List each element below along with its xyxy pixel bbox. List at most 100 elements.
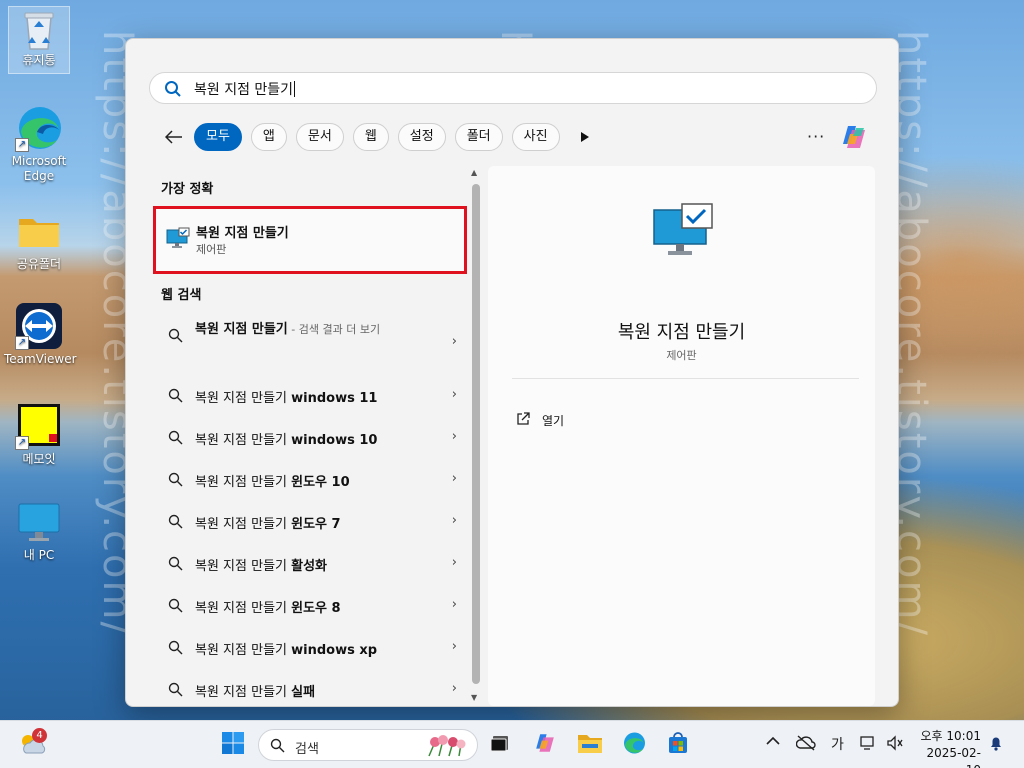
web-result-label: 복원 지점 만들기 윈도우 7 (195, 517, 341, 532)
chevron-right-icon: › (451, 429, 457, 444)
start-button[interactable] (217, 729, 249, 761)
preview-title: 복원 지점 만들기 (617, 322, 746, 343)
system-clock[interactable]: 오후 10:01 2025-02-10 (915, 728, 981, 768)
web-result-label: 복원 지점 만들기 윈도우 8 (195, 601, 341, 616)
web-result-row[interactable]: 복원 지점 만들기 활성화 › (149, 542, 467, 584)
windows-logo-icon (221, 731, 245, 759)
copilot-taskbar-button[interactable] (529, 729, 561, 761)
web-result-label: 복원 지점 만들기 windows xp (195, 643, 378, 658)
search-input[interactable]: 복원 지점 만들기 (149, 72, 877, 104)
web-result-row[interactable]: 복원 지점 만들기 윈도우 7 › (149, 500, 467, 542)
scroll-up-icon[interactable]: ▲ (471, 168, 477, 177)
web-result-row[interactable]: 복원 지점 만들기 윈도우 8 › (149, 584, 467, 626)
edge-icon (622, 731, 646, 759)
onedrive-offline-icon[interactable] (795, 735, 816, 755)
web-result-label: 복원 지점 만들기 활성화 (195, 559, 328, 574)
more-options-button[interactable]: ··· (807, 127, 825, 146)
best-match-heading: 가장 정확 (161, 182, 214, 197)
memo-icon: ↗ (15, 402, 63, 450)
filter-chip-photos[interactable]: 사진 (511, 123, 560, 151)
shortcut-arrow-icon: ↗ (15, 336, 29, 350)
chevron-up-icon[interactable] (766, 734, 780, 750)
taskbar-search-label: 검색 (295, 742, 319, 757)
filter-chip-folders[interactable]: 폴더 (454, 123, 503, 151)
desktop-icon-teamviewer[interactable]: ↗ TeamViewer (4, 302, 77, 367)
desktop-icon-label: Microsoft Edge (11, 154, 67, 183)
web-result-row[interactable]: 복원 지점 만들기 windows xp › (149, 626, 467, 668)
search-icon (168, 640, 183, 659)
scroll-down-icon[interactable]: ▼ (471, 693, 477, 702)
desktop-icon-label: 내 PC (23, 548, 55, 562)
web-result-label: 복원 지점 만들기 windows 10 (195, 433, 378, 448)
chevron-right-icon: › (451, 681, 457, 696)
desktop-icon-edge[interactable]: ↗ Microsoft Edge (4, 104, 74, 184)
notification-bell-icon[interactable] (988, 735, 1004, 755)
desktop-icon-label: 공유폴더 (16, 257, 62, 271)
search-icon (168, 514, 183, 533)
web-result-label: 복원 지점 만들기 윈도우 10 (195, 475, 350, 490)
search-icon (168, 430, 183, 449)
open-action[interactable]: 열기 (516, 410, 564, 430)
clock-date: 2025-02-10 (926, 746, 981, 768)
filter-chip-apps[interactable]: 앱 (250, 123, 287, 151)
copilot-icon[interactable] (839, 122, 869, 156)
results-list: 가장 정확 복원 지점 만들기 제어판 웹 검색 복원 지점 만들기 - 검색 … (149, 166, 469, 706)
web-result-more[interactable]: 복원 지점 만들기 - 검색 결과 더 보기 › (149, 314, 467, 372)
results-scrollbar[interactable]: ▲ ▼ (469, 166, 483, 706)
desktop-icon-label: 메모잇 (22, 452, 56, 466)
filter-chip-settings[interactable]: 설정 (397, 123, 446, 151)
system-restore-icon (166, 227, 190, 253)
web-result-label: 복원 지점 만들기 windows 11 (195, 391, 378, 406)
scrollbar-thumb[interactable] (472, 184, 480, 684)
edge-taskbar-button[interactable] (618, 729, 650, 761)
filter-chip-documents[interactable]: 문서 (295, 123, 344, 151)
chevron-right-icon: › (451, 597, 457, 612)
chevron-right-icon: › (451, 334, 457, 349)
desktop-icon-this-pc[interactable]: 내 PC (4, 498, 74, 563)
web-result-row[interactable]: 복원 지점 만들기 windows 11 › (149, 374, 467, 416)
search-icon (168, 472, 183, 491)
web-result-row[interactable]: 복원 지점 만들기 윈도우 10 › (149, 458, 467, 500)
edge-icon: ↗ (15, 104, 63, 152)
taskbar-search-box[interactable]: 검색 (258, 729, 478, 761)
desktop-icon-memo[interactable]: ↗ 메모잇 (4, 402, 74, 467)
chevron-right-icon: › (451, 387, 457, 402)
ime-indicator[interactable]: 가 (831, 734, 844, 754)
filter-bar: 모두 앱 문서 웹 설정 폴더 사진 (160, 122, 595, 152)
store-bag-icon (667, 732, 689, 758)
store-button[interactable] (662, 729, 694, 761)
divider (512, 378, 859, 379)
search-icon (168, 598, 183, 617)
search-icon (168, 328, 183, 347)
desktop-icon-label: TeamViewer (4, 352, 77, 366)
desktop-icon-shared-folder[interactable]: 공유폴더 (4, 207, 74, 272)
desktop-icon-recycle-bin[interactable]: 휴지통 (8, 6, 70, 74)
file-explorer-button[interactable] (574, 729, 606, 761)
best-match-item[interactable]: 복원 지점 만들기 제어판 (153, 206, 467, 274)
system-restore-large-icon (652, 202, 714, 262)
web-result-row[interactable]: 복원 지점 만들기 실패 › (149, 668, 467, 706)
network-icon[interactable] (860, 735, 876, 755)
recycle-bin-icon (19, 7, 59, 51)
preview-subtitle: 제어판 (666, 349, 697, 362)
best-match-title: 복원 지점 만들기 (196, 226, 289, 241)
search-icon (164, 80, 182, 102)
task-view-button[interactable] (484, 729, 516, 761)
filter-chip-all[interactable]: 모두 (194, 123, 242, 151)
volume-muted-icon[interactable] (886, 735, 904, 755)
file-explorer-icon (577, 732, 603, 758)
flowers-icon (425, 734, 469, 762)
shortcut-arrow-icon: ↗ (15, 138, 29, 152)
search-icon (168, 682, 183, 701)
filter-chip-web[interactable]: 웹 (352, 123, 389, 151)
desktop-icon-label: 휴지통 (22, 53, 56, 67)
more-filters-icon[interactable] (575, 123, 595, 151)
search-panel: 복원 지점 만들기 모두 앱 문서 웹 설정 폴더 사진 ··· 가장 정확 복… (125, 38, 899, 707)
search-icon (270, 738, 285, 757)
back-arrow-icon[interactable] (160, 123, 188, 151)
folder-icon (15, 207, 63, 255)
chevron-right-icon: › (451, 471, 457, 486)
weather-widget[interactable]: 4 (16, 728, 48, 761)
web-result-row[interactable]: 복원 지점 만들기 windows 10 › (149, 416, 467, 458)
web-search-heading: 웹 검색 (161, 288, 202, 303)
